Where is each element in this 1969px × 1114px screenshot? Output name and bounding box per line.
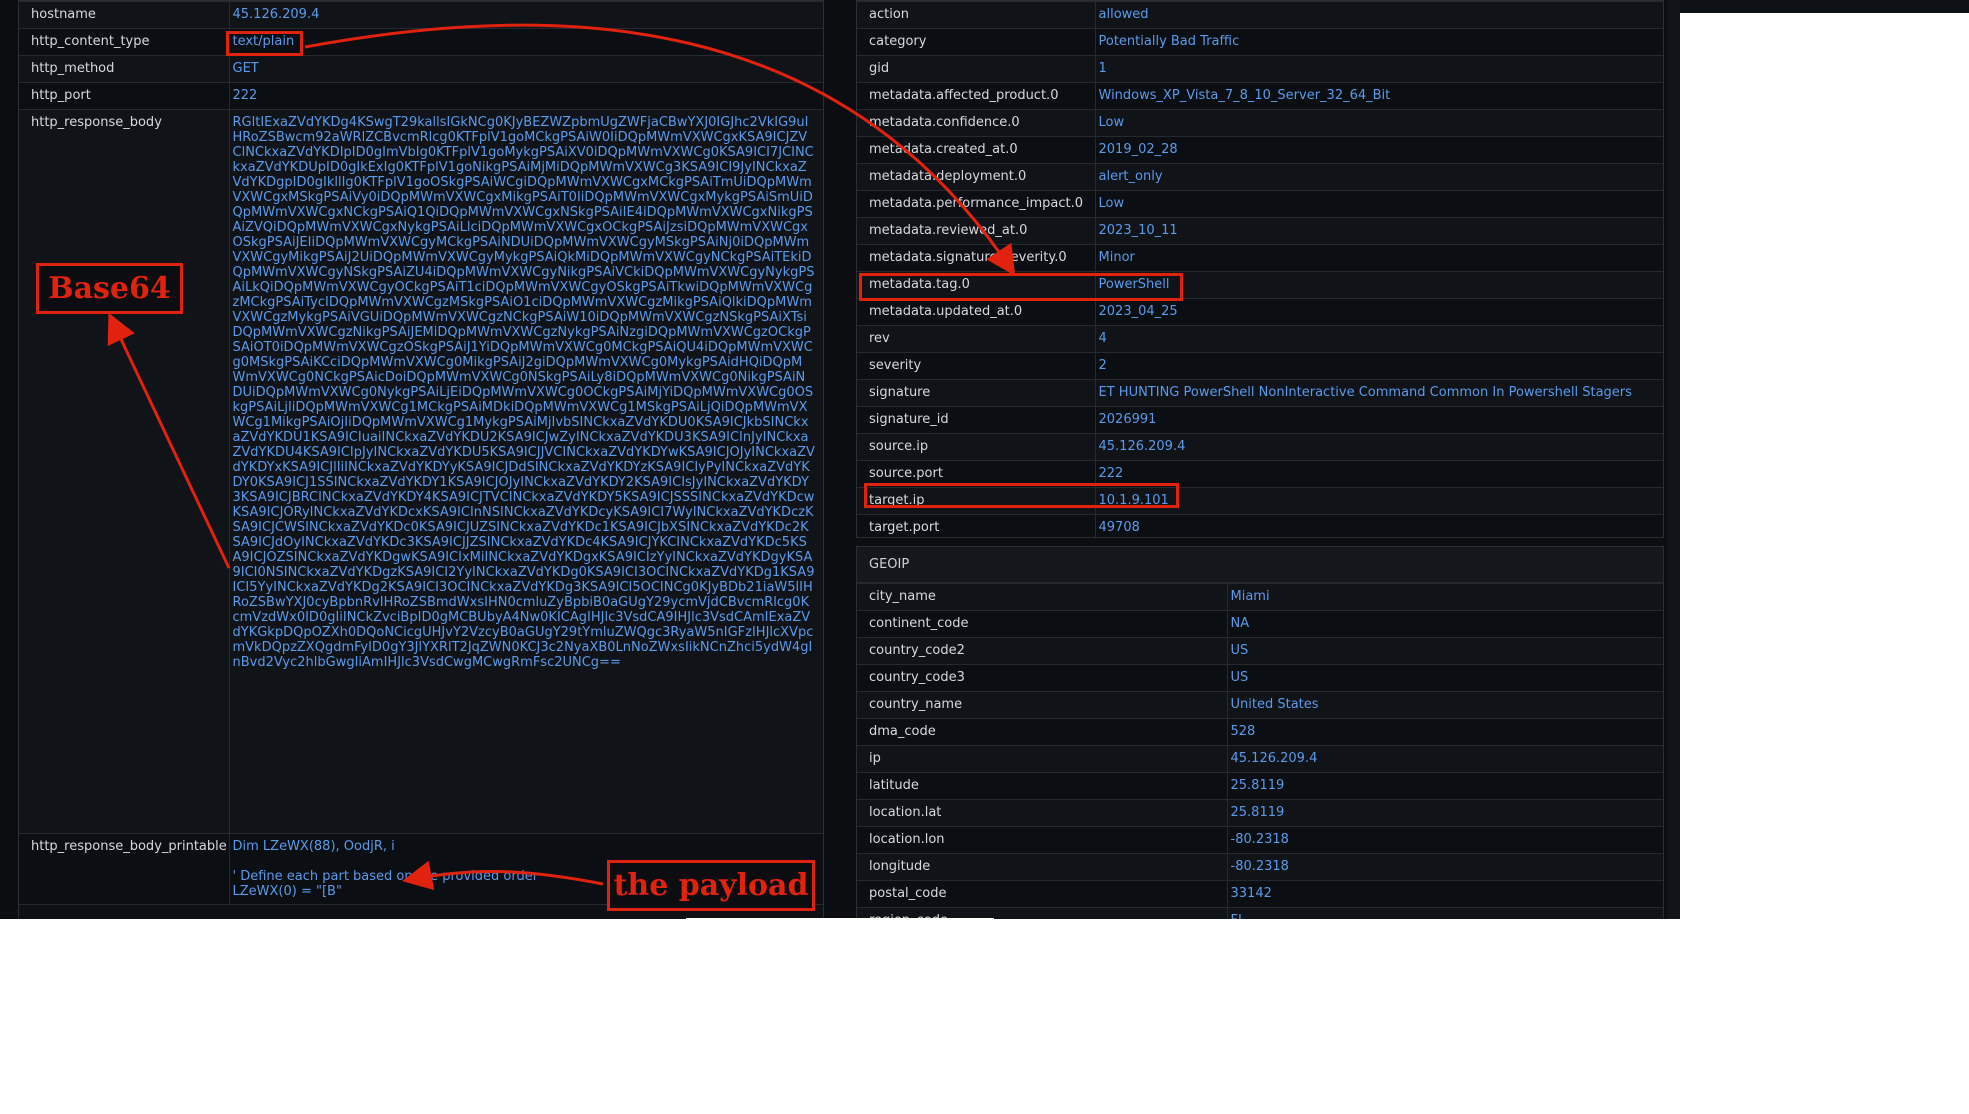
- bottom-strip: [686, 918, 994, 921]
- annotation-arrows: [107, 23, 1016, 891]
- arrow-body-to-base64: [107, 312, 231, 569]
- top-edge-bar: [1680, 0, 1969, 13]
- arrow-payload-to-printable: [402, 860, 604, 891]
- log-viewer-screen: hostname 45.126.209.4 http_content_type …: [0, 0, 1680, 919]
- arrow-content-type-to-tag: [304, 23, 1016, 277]
